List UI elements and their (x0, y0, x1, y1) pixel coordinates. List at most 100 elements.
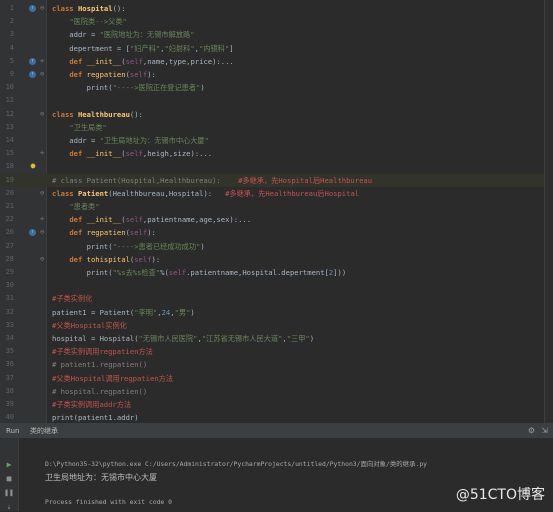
code-token: #父类Hospital实例化 (52, 320, 127, 330)
run-toolbar: ▶ ■ ❚❚ ⇣ (0, 438, 19, 511)
scroll-to-end-icon[interactable]: ⇣ (4, 502, 14, 512)
code-line[interactable]: 10 print("---->医院正在登记患者") (0, 81, 553, 94)
line-number: 27 (5, 241, 14, 250)
code-text[interactable]: addr = "卫生局地址为：无锡市中心大厦" (52, 134, 209, 147)
code-line[interactable]: 38 # hospital.regpatien() (0, 385, 553, 398)
code-text[interactable]: print(patient1.addr) (52, 411, 139, 423)
code-line[interactable]: 37 #父类Hospital调用regpatien方法 (0, 372, 553, 385)
fold-icon[interactable]: ⊖ (40, 226, 44, 239)
code-line[interactable]: 40 print(patient1.addr) (0, 411, 553, 423)
code-token: ) (190, 307, 195, 317)
code-text[interactable]: #子类实例调用regpatien方法 (52, 345, 153, 358)
override-icon[interactable]: ↑ (29, 229, 36, 237)
fold-icon[interactable]: ⊖ (40, 108, 44, 121)
code-line[interactable]: 36 # patient1.regpatien() (0, 358, 553, 371)
code-token: ] (229, 43, 234, 53)
code-text[interactable]: #父类Hospital实例化 (52, 319, 127, 332)
code-text[interactable]: "医院类-->父类" (52, 15, 127, 28)
hide-panel-icon[interactable]: ⇲ (541, 424, 548, 438)
code-line[interactable]: 5 ↑ + def __init__(self,name,type,price):.… (0, 55, 553, 68)
code-line[interactable]: 35 #子类实例调用regpatien方法 (0, 345, 553, 358)
code-line[interactable]: 30 (0, 279, 553, 292)
fold-icon[interactable]: ⊖ (40, 68, 44, 81)
code-line[interactable]: 19 # class Patient(Hospital,Healthbureau)… (0, 173, 553, 187)
fold-icon[interactable]: ⊖ (40, 2, 44, 15)
code-line[interactable]: 11 (0, 94, 553, 107)
code-text[interactable]: def __init__(self,heigh,size):... (52, 147, 212, 160)
line-number: 36 (5, 360, 14, 369)
code-editor[interactable]: 1 ↑ ⊖ class Hospital(): 2 "医院类-->父类" 3 addr =… (0, 0, 553, 423)
code-line[interactable]: 12 ⊖ class Healthbureau(): (0, 108, 553, 121)
code-text[interactable]: #子类实例化 (52, 292, 92, 305)
code-text[interactable]: class Hospital(): (52, 2, 126, 15)
run-config-tab[interactable]: 类的继承 (30, 424, 58, 438)
code-token: patient1 = Patient( (52, 307, 135, 317)
code-line[interactable]: 13 "卫生局类" (0, 121, 553, 134)
code-token: (): (112, 4, 126, 13)
code-text[interactable]: print("%s去%s检查"%(self.patientname,Hospit… (52, 266, 347, 279)
code-line[interactable]: 32 patient1 = Patient("李明",24,"男") (0, 306, 553, 319)
fold-icon[interactable]: + (40, 55, 44, 68)
code-text[interactable]: def regpatien(self): (52, 68, 156, 81)
code-line[interactable]: 1 ↑ ⊖ class Hospital(): (0, 2, 553, 15)
code-line[interactable]: 4 depertment = ["妇产科","妇射科","内镜科"] (0, 42, 553, 55)
code-text[interactable]: def __init__(self,patientname,age,sex):.… (52, 213, 251, 226)
code-text[interactable]: # patient1.regpatien() (52, 358, 147, 371)
code-text[interactable]: def regpatien(self): (52, 226, 156, 239)
code-line[interactable]: 2 "医院类-->父类" (0, 15, 553, 28)
code-line[interactable]: 22 + def __init__(self,patientname,age,se… (0, 213, 553, 226)
pause-icon[interactable]: ❚❚ (4, 488, 14, 498)
code-line[interactable]: 15 + def __init__(self,heigh,size):... (0, 147, 553, 160)
line-number: 3 (9, 30, 14, 39)
code-text[interactable]: depertment = ["妇产科","妇射科","内镜科"] (52, 42, 234, 55)
fold-icon[interactable]: ⊖ (40, 187, 44, 200)
fold-icon[interactable]: + (40, 147, 44, 160)
lightbulb-icon[interactable]: ● (28, 161, 38, 171)
code-line[interactable]: 39 #子类实例调用addr方法 (0, 398, 553, 411)
override-icon[interactable]: ↑ (29, 57, 36, 65)
fold-icon[interactable]: + (40, 213, 44, 226)
code-text[interactable]: print("---->医院正在登记患者") (52, 81, 205, 94)
code-line[interactable]: 20 ⊖ class Patient(Healthbureau,Hospital):… (0, 187, 553, 200)
code-line[interactable]: 34 hospital = Hospital("无锡市人民医院","江苏省无锡市人… (0, 332, 553, 345)
override-icon[interactable]: ↑ (29, 5, 36, 12)
code-line[interactable]: 26 ↑ ⊖ def regpatien(self): (0, 226, 553, 239)
stop-icon[interactable]: ■ (4, 474, 14, 484)
code-line[interactable]: 18 ● (0, 160, 553, 173)
code-text[interactable]: #父类Hospital调用regpatien方法 (52, 372, 173, 385)
code-line[interactable]: 3 addr = "医院地址为：无锡市解放路" (0, 28, 553, 41)
code-line[interactable]: 29 print("%s去%s检查"%(self.patientname,Hos… (0, 266, 553, 279)
code-line[interactable]: 14 addr = "卫生局地址为：无锡市中心大厦" (0, 134, 553, 147)
fold-icon[interactable]: ⊖ (40, 253, 44, 266)
code-text[interactable]: # class Patient(Hospital,Healthbureau): … (52, 174, 372, 187)
code-token: __init__ (86, 56, 122, 66)
code-line[interactable]: 9 ↑ ⊖ def regpatien(self): (0, 68, 553, 81)
code-text[interactable]: "卫生局类" (52, 121, 106, 134)
code-text[interactable]: addr = "医院地址为：无锡市解放路" (52, 28, 194, 41)
code-line[interactable]: 27 print("---->患者已经成功成功") (0, 240, 553, 253)
code-text[interactable]: patient1 = Patient("李明",24,"男") (52, 306, 195, 319)
code-text[interactable]: hospital = Hospital("无锡市人民医院","江苏省无锡市人民大… (52, 332, 314, 345)
code-line[interactable]: 31 #子类实例化 (0, 292, 553, 305)
code-text[interactable]: def tohispital(self): (52, 253, 160, 266)
code-token: # class Patient(Hospital,Healthbureau): (52, 175, 221, 185)
editor-scrollbar[interactable] (544, 0, 553, 423)
code-text[interactable]: def __init__(self,name,type,price):... (52, 55, 233, 68)
code-text[interactable]: print("---->患者已经成功成功") (52, 240, 205, 253)
code-token: ,patientname,age,sex):... (142, 215, 252, 225)
rerun-icon[interactable]: ▶ (4, 460, 14, 470)
code-text[interactable]: class Healthbureau(): (52, 108, 143, 121)
code-text[interactable]: # hospital.regpatien() (52, 385, 147, 398)
code-text[interactable]: #子类实例调用addr方法 (52, 398, 131, 411)
code-token: #多继承，先Hospital后Healthbureau (220, 175, 373, 185)
code-line[interactable]: 28 ⊖ def tohispital(self): (0, 253, 553, 266)
override-icon[interactable]: ↑ (29, 71, 36, 78)
code-token: class (52, 4, 78, 13)
code-text[interactable]: class Patient(Healthbureau,Hospital): #多… (52, 187, 359, 200)
code-text[interactable]: "患者类" (52, 200, 99, 213)
code-line[interactable]: 33 #父类Hospital实例化 (0, 319, 553, 332)
line-number: 26 (5, 228, 14, 237)
gear-icon[interactable]: ⚙ (528, 424, 535, 438)
code-line[interactable]: 21 "患者类" (0, 200, 553, 213)
